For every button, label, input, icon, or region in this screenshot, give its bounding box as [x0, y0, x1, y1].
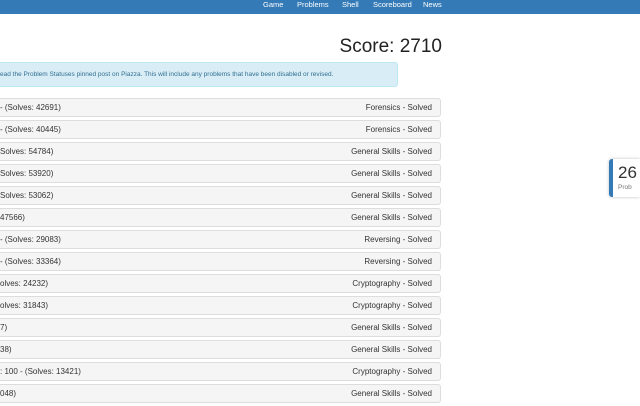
problems-count-number: 26 [618, 163, 637, 182]
problem-list: - (Solves: 42691) Forensics - Solved - (… [0, 98, 441, 406]
problem-row[interactable]: - (Solves: 42691) Forensics - Solved [0, 98, 441, 117]
problem-status: Reversing - Solved [364, 257, 432, 266]
problem-status: Forensics - Solved [365, 103, 432, 112]
nav-game-link[interactable]: Game [263, 0, 283, 14]
problem-row[interactable]: 47566) General Skills - Solved [0, 208, 441, 227]
problem-row[interactable]: olves: 24232) Cryptography - Solved [0, 274, 441, 293]
problem-title: : 100 - (Solves: 13421) [0, 367, 81, 376]
problem-row[interactable]: 38) General Skills - Solved [0, 340, 441, 359]
problem-row[interactable]: - (Solves: 29083) Reversing - Solved [0, 230, 441, 249]
problems-count-widget[interactable]: 26 Prob [609, 159, 640, 197]
nav-news-link[interactable]: News [423, 0, 442, 14]
problem-title: 47566) [0, 213, 25, 222]
problem-title: 048) [0, 389, 17, 398]
problem-status: General Skills - Solved [351, 191, 432, 200]
problem-title: - (Solves: 33364) [0, 257, 61, 266]
problem-status: Forensics - Solved [365, 125, 432, 134]
notice-text-before: ead the Problem Statuses pinned post on [0, 71, 122, 78]
nav-shell-link[interactable]: Shell [342, 0, 359, 14]
problem-title: olves: 31843) [0, 301, 49, 310]
problem-status: Cryptography - Solved [352, 279, 432, 288]
problem-title: - (Solves: 29083) [0, 235, 61, 244]
nav-scoreboard-link[interactable]: Scoreboard [373, 0, 412, 14]
score-display: Score: 2710 [339, 36, 442, 57]
problem-row[interactable]: Solves: 54784) General Skills - Solved [0, 142, 441, 161]
problem-row[interactable]: Solves: 53062) General Skills - Solved [0, 186, 441, 205]
problem-row[interactable]: - (Solves: 33364) Reversing - Solved [0, 252, 441, 271]
problem-status: General Skills - Solved [351, 323, 432, 332]
problem-title: - (Solves: 42691) [0, 103, 61, 112]
problem-row[interactable]: 048) General Skills - Solved [0, 384, 441, 403]
problem-title: olves: 24232) [0, 279, 49, 288]
notice-alert: ead the Problem Statuses pinned post on … [0, 62, 398, 87]
problem-status: Reversing - Solved [364, 235, 432, 244]
problem-status: General Skills - Solved [351, 345, 432, 354]
problem-row[interactable]: Solves: 53920) General Skills - Solved [0, 164, 441, 183]
navbar: Game Problems Shell Scoreboard News [0, 0, 640, 14]
problem-status: General Skills - Solved [351, 213, 432, 222]
problem-title: Solves: 53062) [0, 191, 54, 200]
problem-status: Cryptography - Solved [352, 367, 432, 376]
problem-title: 38) [0, 345, 12, 354]
problem-status: Cryptography - Solved [352, 301, 432, 310]
problem-status: General Skills - Solved [351, 389, 432, 398]
problem-row[interactable]: : 100 - (Solves: 13421) Cryptography - S… [0, 362, 441, 381]
problem-row[interactable]: olves: 31843) Cryptography - Solved [0, 296, 441, 315]
problem-title: - (Solves: 40445) [0, 125, 61, 134]
problem-title: Solves: 54784) [0, 147, 54, 156]
problem-status: General Skills - Solved [351, 147, 432, 156]
problem-status: General Skills - Solved [351, 169, 432, 178]
problems-count-label: Prob [618, 184, 632, 191]
notice-text-after: . This will include any problems that ha… [140, 71, 334, 78]
problem-row[interactable]: - (Solves: 40445) Forensics - Solved [0, 120, 441, 139]
problem-title: Solves: 53920) [0, 169, 54, 178]
piazza-link[interactable]: Piazza [121, 71, 141, 78]
problem-row[interactable]: 7) General Skills - Solved [0, 318, 441, 337]
notice-text: ead the Problem Statuses pinned post on … [0, 71, 333, 78]
problem-title: 7) [0, 323, 8, 332]
nav-problems-link[interactable]: Problems [297, 0, 329, 14]
